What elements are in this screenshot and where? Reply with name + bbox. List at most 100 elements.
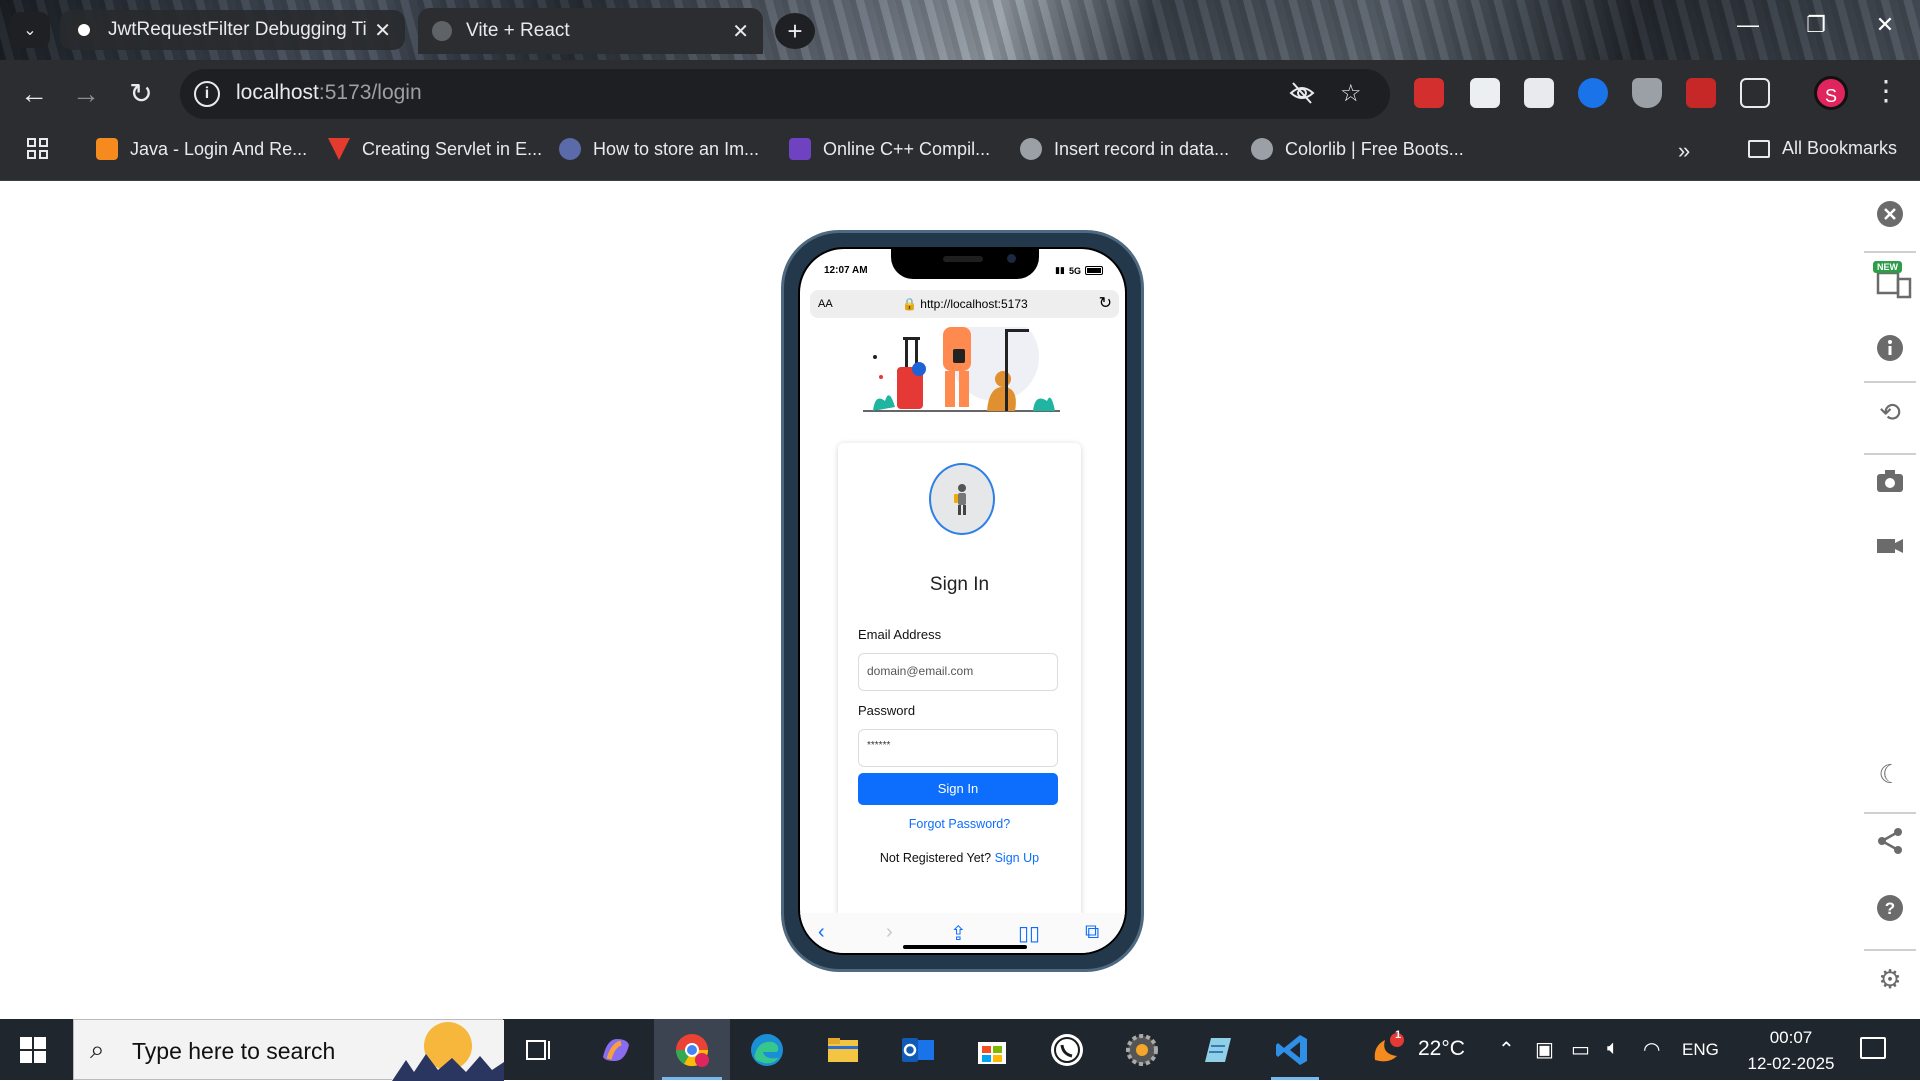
wifi-icon[interactable]: ◠	[1643, 1037, 1660, 1062]
taskbar-search[interactable]: ⌕ Type here to search	[73, 1019, 504, 1081]
notification-icon[interactable]	[1860, 1037, 1886, 1059]
back-chevron-icon[interactable]: ‹	[818, 921, 825, 944]
video-icon[interactable]	[1874, 531, 1906, 563]
register-row: Not Registered Yet? Sign Up	[838, 851, 1081, 865]
close-icon[interactable]	[1874, 199, 1906, 231]
address-bar[interactable]: i localhost:5173/login ☆	[180, 69, 1390, 119]
bookmark-item[interactable]: Insert record in data...	[1020, 138, 1229, 160]
system-clock[interactable]: 00:07 12-02-2025	[1736, 1025, 1846, 1077]
minimize-button[interactable]: —	[1728, 12, 1768, 38]
whatsapp-icon[interactable]	[1046, 1029, 1088, 1071]
tab-jwt[interactable]: JwtRequestFilter Debugging Tip ✕	[60, 10, 405, 50]
sign-in-button[interactable]: Sign In	[858, 773, 1058, 805]
all-bookmarks-button[interactable]: All Bookmarks	[1748, 138, 1897, 159]
site-info-icon[interactable]: i	[194, 81, 220, 107]
new-tab-button[interactable]: +	[775, 13, 815, 49]
windows-start-icon[interactable]	[20, 1037, 46, 1063]
bookmarks-book-icon[interactable]: ▯▯	[1018, 921, 1040, 946]
status-time: 12:07 AM	[824, 265, 868, 276]
tab-strip: ⌄ JwtRequestFilter Debugging Tip ✕ Vite …	[0, 0, 1920, 60]
meet-now-icon[interactable]: ▣	[1535, 1037, 1554, 1062]
battery-icon[interactable]: ▭	[1571, 1037, 1590, 1062]
close-window-button[interactable]: ✕	[1865, 12, 1905, 38]
restore-button[interactable]: ❐	[1796, 12, 1836, 38]
adblock-extension-icon[interactable]	[1414, 78, 1444, 108]
bookmark-item[interactable]: Online C++ Compil...	[789, 138, 990, 160]
lock-icon: 🔒	[902, 297, 917, 311]
puzzle-extensions-icon[interactable]	[1740, 78, 1770, 108]
phone-screen: 12:07 AM ▮▮ 5G AA 🔒 http://localhost:517…	[798, 247, 1127, 955]
safari-address-bar[interactable]: AA 🔒 http://localhost:5173 ↻	[810, 290, 1119, 318]
forward-arrow-icon[interactable]: →	[66, 76, 106, 112]
network-label: 5G	[1068, 265, 1081, 276]
tabs-icon[interactable]: ⧉	[1085, 921, 1099, 944]
reload-icon[interactable]: ↻	[121, 76, 161, 112]
rail-divider	[1864, 251, 1916, 253]
user-avatar	[929, 463, 995, 535]
paw-extension-icon[interactable]	[1686, 78, 1716, 108]
profile-avatar[interactable]: S	[1814, 76, 1848, 110]
camera-icon[interactable]	[1874, 466, 1906, 498]
close-tab-icon[interactable]: ✕	[374, 18, 391, 43]
settings-icon[interactable]: ⚙	[1874, 963, 1906, 995]
chevron-up-icon[interactable]: ⌃	[1498, 1037, 1515, 1062]
bookmark-favicon-icon	[789, 138, 811, 160]
microsoft-store-icon[interactable]	[971, 1029, 1013, 1071]
file-explorer-icon[interactable]	[822, 1029, 864, 1071]
weather-temperature[interactable]: 22°C	[1418, 1037, 1465, 1061]
gear-app-icon[interactable]	[1121, 1029, 1163, 1071]
text-size-button[interactable]: AA	[818, 298, 833, 310]
outlook-icon[interactable]	[897, 1029, 939, 1071]
menu-dots-icon[interactable]: ⋮	[1872, 74, 1900, 107]
language-indicator[interactable]: ENG	[1682, 1040, 1719, 1060]
notepad-icon[interactable]	[1196, 1029, 1238, 1071]
close-tab-icon[interactable]: ✕	[732, 19, 749, 44]
reload-icon[interactable]: ↻	[1099, 293, 1112, 313]
apps-grid-icon[interactable]	[27, 138, 49, 160]
openai-icon	[74, 20, 94, 40]
moon-icon[interactable]: ☾	[1874, 758, 1906, 790]
address-url[interactable]: localhost:5173/login	[236, 81, 422, 105]
bookmark-item[interactable]: How to store an Im...	[559, 138, 759, 160]
document-extension-icon[interactable]	[1524, 78, 1554, 108]
bookmarks-overflow-button[interactable]: »	[1678, 138, 1690, 164]
volume-icon[interactable]: 🔈︎	[1607, 1037, 1619, 1060]
vscode-icon[interactable]	[1271, 1029, 1313, 1071]
task-view-icon[interactable]	[518, 1029, 560, 1071]
safari-url-text: http://localhost:5173	[920, 297, 1028, 311]
bookmark-item[interactable]: Java - Login And Re...	[96, 138, 307, 160]
speaker-grille	[943, 256, 983, 262]
bookmark-label: Colorlib | Free Boots...	[1285, 138, 1464, 159]
shield-extension-icon[interactable]	[1632, 78, 1662, 108]
bookmark-label: How to store an Im...	[593, 138, 760, 159]
rail-divider	[1864, 812, 1916, 814]
back-arrow-icon[interactable]: ←	[14, 76, 54, 112]
email-field[interactable]: domain@email.com	[858, 653, 1058, 691]
new-badge: NEW	[1873, 261, 1902, 273]
share-icon[interactable]	[1874, 826, 1906, 858]
password-field[interactable]: ******	[858, 729, 1058, 767]
info-icon[interactable]	[1874, 333, 1906, 365]
rotate-icon[interactable]: ⟲	[1874, 396, 1906, 428]
help-icon[interactable]: ?	[1874, 893, 1906, 925]
forgot-password-link[interactable]: Forgot Password?	[838, 817, 1081, 831]
copilot-icon[interactable]	[595, 1029, 637, 1071]
share-icon[interactable]: ⇪	[950, 921, 967, 946]
bookmark-item[interactable]: Creating Servlet in E...	[328, 138, 542, 160]
bookmark-item[interactable]: Colorlib | Free Boots...	[1251, 138, 1464, 160]
bookmark-favicon-icon	[96, 138, 118, 160]
star-icon[interactable]: ☆	[1340, 79, 1362, 108]
chevron-down-icon: ⌄	[23, 22, 37, 39]
chrome-icon[interactable]	[671, 1029, 713, 1071]
safari-url[interactable]: 🔒 http://localhost:5173	[902, 297, 1028, 311]
eye-off-icon[interactable]	[1288, 79, 1316, 114]
weather-badge: 1	[1394, 1029, 1402, 1041]
tab-search-button[interactable]: ⌄	[10, 12, 50, 48]
calendar-extension-icon[interactable]	[1470, 78, 1500, 108]
forward-chevron-icon[interactable]: ›	[886, 921, 893, 944]
shazam-extension-icon[interactable]	[1578, 78, 1608, 108]
login-card: Sign In Email Address domain@email.com P…	[838, 443, 1081, 923]
edge-icon[interactable]	[746, 1029, 788, 1071]
sign-up-link[interactable]: Sign Up	[995, 851, 1039, 865]
tab-vite-react[interactable]: Vite + React ✕	[418, 8, 763, 54]
